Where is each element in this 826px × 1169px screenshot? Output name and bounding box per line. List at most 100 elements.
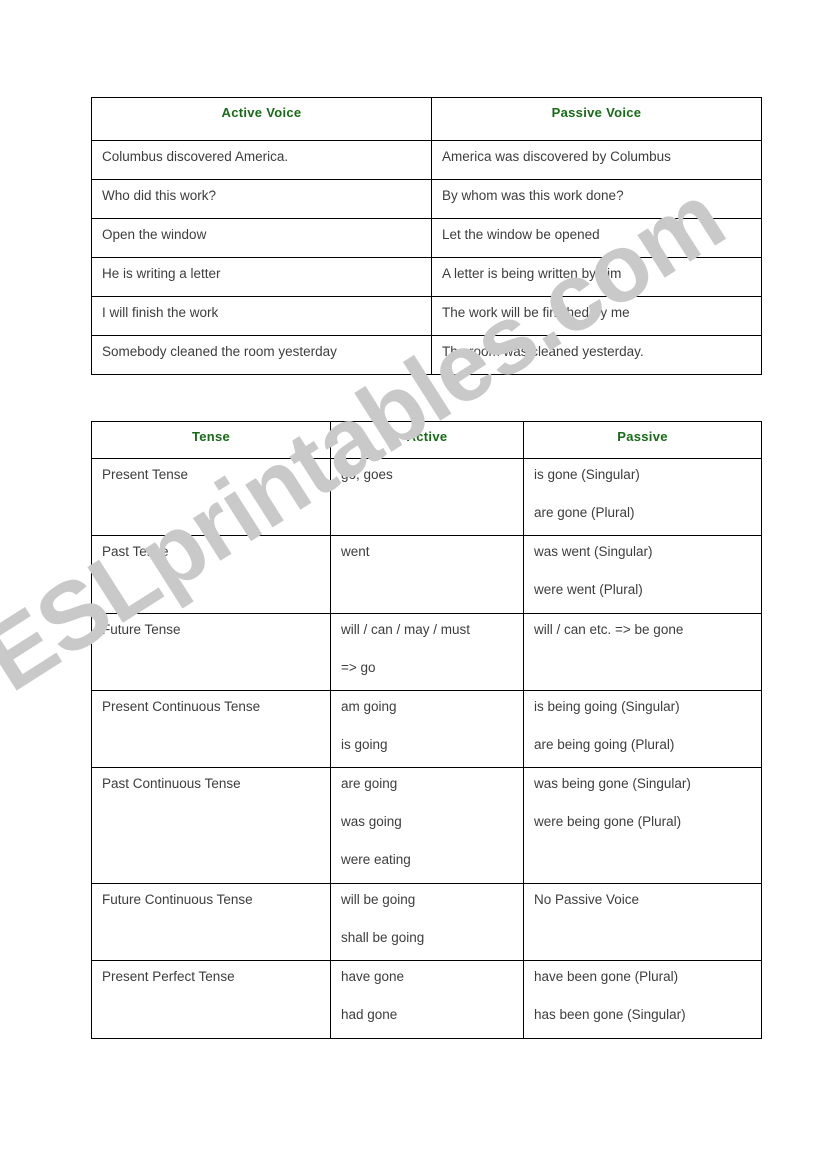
table-row: He is writing a letter A letter is being…: [91, 257, 762, 297]
cell-text: is being going (Singular): [534, 699, 680, 714]
cell-text: Let the window be opened: [442, 227, 600, 242]
active-voice-cell: I will finish the work: [91, 296, 432, 336]
table-header-row: Tense Active Passive: [91, 421, 762, 459]
active-form-cell: will be going shall be going: [330, 883, 524, 961]
cell-text: The room was cleaned yesterday.: [442, 344, 644, 359]
cell-text: Future Tense: [102, 622, 181, 637]
cell-text: => go: [341, 660, 376, 675]
column-header-passive-voice-label: Passive Voice: [551, 105, 642, 120]
worksheet-page: Active Voice Passive Voice Columbus disc…: [0, 0, 826, 1169]
cell-text: He is writing a letter: [102, 266, 221, 281]
cell-text: By whom was this work done?: [442, 188, 624, 203]
cell-text: Present Continuous Tense: [102, 699, 261, 714]
table-row: Past Continuous Tense are going was goin…: [91, 767, 762, 884]
cell-text: was being gone (Singular): [534, 776, 691, 791]
cell-text: will / can etc. => be gone: [534, 622, 684, 637]
cell-text: have gone: [341, 969, 405, 984]
tense-name-cell: Future Tense: [91, 613, 331, 691]
cell-text: shall be going: [341, 930, 425, 945]
table-row: Present Continuous Tense am going is goi…: [91, 690, 762, 768]
passive-voice-cell: Let the window be opened: [431, 218, 762, 258]
table-row: Who did this work? By whom was this work…: [91, 179, 762, 219]
passive-form-cell: is being going (Singular) are being goin…: [523, 690, 762, 768]
passive-form-cell: is gone (Singular) are gone (Plural): [523, 458, 762, 536]
cell-text: are gone (Plural): [534, 505, 635, 520]
cell-text: A letter is being written by him: [442, 266, 622, 281]
cell-text: will / can / may / must: [341, 622, 471, 637]
cell-text: was went (Singular): [534, 544, 653, 559]
active-voice-cell: Who did this work?: [91, 179, 432, 219]
tense-name-cell: Past Continuous Tense: [91, 767, 331, 884]
cell-text: Somebody cleaned the room yesterday: [102, 344, 337, 359]
passive-voice-cell: America was discovered by Columbus: [431, 140, 762, 180]
cell-text: are going: [341, 776, 398, 791]
column-header-passive: Passive: [523, 421, 762, 459]
cell-text: Who did this work?: [102, 188, 217, 203]
passive-voice-cell: A letter is being written by him: [431, 257, 762, 297]
column-header-tense-label: Tense: [191, 429, 231, 444]
column-header-active-voice-label: Active Voice: [221, 105, 302, 120]
column-header-tense: Tense: [91, 421, 331, 459]
table-row: I will finish the work The work will be …: [91, 296, 762, 336]
active-form-cell: am going is going: [330, 690, 524, 768]
cell-text: have been gone (Plural): [534, 969, 679, 984]
active-form-cell: have gone had gone: [330, 960, 524, 1039]
cell-text: is going: [341, 737, 388, 752]
passive-form-cell: was being gone (Singular) were being gon…: [523, 767, 762, 884]
column-header-active: Active: [330, 421, 524, 459]
cell-text: America was discovered by Columbus: [442, 149, 671, 164]
passive-form-cell: No Passive Voice: [523, 883, 762, 961]
cell-text: The work will be finished by me: [442, 305, 630, 320]
tense-name-cell: Present Continuous Tense: [91, 690, 331, 768]
table-row: Future Continuous Tense will be going sh…: [91, 883, 762, 961]
passive-form-cell: have been gone (Plural) has been gone (S…: [523, 960, 762, 1039]
cell-text: were went (Plural): [534, 582, 643, 597]
table-row: Past Tense went was went (Singular) were…: [91, 535, 762, 614]
passive-voice-cell: The work will be finished by me: [431, 296, 762, 336]
active-voice-cell: Somebody cleaned the room yesterday: [91, 335, 432, 375]
passive-voice-cell: The room was cleaned yesterday.: [431, 335, 762, 375]
column-header-passive-label: Passive: [617, 429, 668, 444]
table-row: Present Tense go, goes is gone (Singular…: [91, 458, 762, 536]
active-passive-voice-table: Active Voice Passive Voice Columbus disc…: [91, 97, 762, 375]
table-header-row: Active Voice Passive Voice: [91, 97, 762, 141]
cell-text: Past Continuous Tense: [102, 776, 241, 791]
cell-text: are being going (Plural): [534, 737, 675, 752]
cell-text: Open the window: [102, 227, 207, 242]
cell-text: has been gone (Singular): [534, 1007, 686, 1022]
cell-text: were being gone (Plural): [534, 814, 682, 829]
column-header-passive-voice: Passive Voice: [431, 97, 762, 141]
cell-text: is gone (Singular): [534, 467, 640, 482]
active-form-cell: went: [330, 535, 524, 614]
cell-text: had gone: [341, 1007, 398, 1022]
cell-text: Future Continuous Tense: [102, 892, 253, 907]
tense-name-cell: Future Continuous Tense: [91, 883, 331, 961]
tense-name-cell: Present Perfect Tense: [91, 960, 331, 1039]
cell-text: Past Tense: [102, 544, 169, 559]
column-header-active-voice: Active Voice: [91, 97, 432, 141]
active-form-cell: will / can / may / must => go: [330, 613, 524, 691]
tense-name-cell: Past Tense: [91, 535, 331, 614]
cell-text: No Passive Voice: [534, 892, 640, 907]
table-row: Open the window Let the window be opened: [91, 218, 762, 258]
table-row: Present Perfect Tense have gone had gone…: [91, 960, 762, 1039]
tense-name-cell: Present Tense: [91, 458, 331, 536]
cell-text: will be going: [341, 892, 416, 907]
cell-text: was going: [341, 814, 402, 829]
cell-text: went: [341, 544, 370, 559]
table-row: Future Tense will / can / may / must => …: [91, 613, 762, 691]
passive-voice-cell: By whom was this work done?: [431, 179, 762, 219]
cell-text: Present Perfect Tense: [102, 969, 235, 984]
active-voice-cell: He is writing a letter: [91, 257, 432, 297]
tense-forms-table: Tense Active Passive Present Tense go, g…: [91, 421, 762, 1039]
passive-form-cell: will / can etc. => be gone: [523, 613, 762, 691]
active-form-cell: go, goes: [330, 458, 524, 536]
cell-text: Columbus discovered America.: [102, 149, 289, 164]
active-form-cell: are going was going were eating: [330, 767, 524, 884]
cell-text: were eating: [341, 852, 411, 867]
cell-text: Present Tense: [102, 467, 189, 482]
active-voice-cell: Columbus discovered America.: [91, 140, 432, 180]
passive-form-cell: was went (Singular) were went (Plural): [523, 535, 762, 614]
table-row: Columbus discovered America. America was…: [91, 140, 762, 180]
cell-text: go, goes: [341, 467, 393, 482]
